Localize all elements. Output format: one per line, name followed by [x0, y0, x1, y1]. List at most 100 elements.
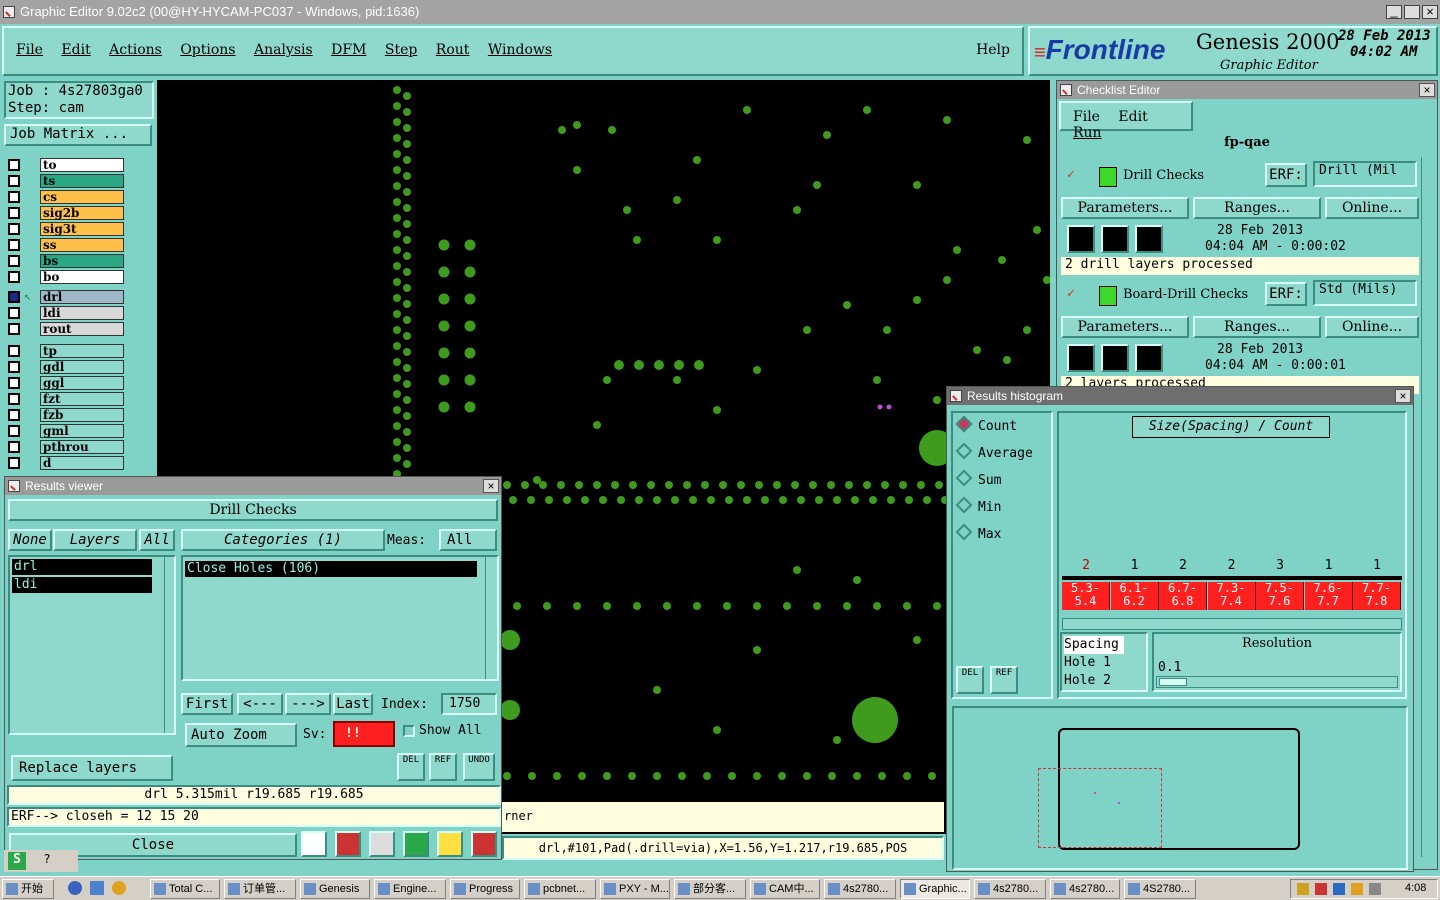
close-icon[interactable]: ×: [1419, 83, 1435, 97]
layer-row[interactable]: d: [6, 456, 124, 470]
layer-row[interactable]: rout: [6, 322, 124, 336]
list-item[interactable]: drl: [12, 559, 152, 575]
maximize-button[interactable]: [1404, 5, 1420, 19]
taskbar-item[interactable]: Engine...: [374, 879, 446, 899]
layer-checkbox[interactable]: [8, 307, 20, 319]
layer-checkbox[interactable]: [8, 291, 20, 303]
toolbar-icon[interactable]: [335, 831, 361, 857]
layer-checkbox[interactable]: [8, 377, 20, 389]
histogram-bar[interactable]: 5.3- 5.4: [1062, 582, 1110, 610]
list-item[interactable]: Spacing: [1064, 636, 1124, 654]
layer-row[interactable]: gdl: [6, 360, 124, 374]
quick-launch-icon[interactable]: [90, 881, 104, 895]
option-sum[interactable]: Sum: [958, 472, 1001, 488]
show-all-checkbox[interactable]: [403, 725, 415, 737]
online-button[interactable]: Online...: [1325, 197, 1419, 219]
none-button[interactable]: None: [8, 529, 52, 551]
prev-button[interactable]: <---: [237, 693, 283, 715]
list-item[interactable]: ldi: [12, 577, 152, 593]
taskbar-item[interactable]: 4s2780...: [974, 879, 1046, 899]
taskbar-item[interactable]: pcbnet...: [524, 879, 596, 899]
layer-checkbox[interactable]: [8, 457, 20, 469]
taskbar-item[interactable]: 部分客...: [674, 879, 746, 899]
taskbar-item[interactable]: 4s2780...: [824, 879, 896, 899]
layer-checkbox[interactable]: [8, 425, 20, 437]
option-count[interactable]: Count: [958, 418, 1017, 434]
layer-checkbox[interactable]: [8, 441, 20, 453]
hist-del-button[interactable]: DEL: [956, 666, 984, 694]
layer-checkbox[interactable]: [8, 393, 20, 405]
meas-select[interactable]: All: [439, 529, 497, 551]
run-icon[interactable]: [1135, 344, 1163, 372]
minimize-button[interactable]: _: [1386, 4, 1402, 19]
vertical-scrollbar[interactable]: [485, 557, 497, 679]
menu-options[interactable]: Options: [180, 42, 235, 58]
menu-file[interactable]: File: [16, 42, 43, 58]
menu-edit[interactable]: Edit: [61, 42, 90, 58]
toolbar-icon[interactable]: [437, 831, 463, 857]
layer-row[interactable]: fzb: [6, 408, 124, 422]
list-item[interactable]: Close Holes (106): [185, 561, 477, 577]
toolbar-icon[interactable]: [301, 831, 327, 857]
vertical-scrollbar[interactable]: [164, 557, 174, 733]
histogram-bar[interactable]: 7.3- 7.4: [1207, 582, 1256, 610]
last-button[interactable]: Last: [333, 693, 373, 715]
taskbar-item[interactable]: Total C...: [150, 879, 220, 899]
layer-row[interactable]: ↖ drl: [6, 289, 124, 304]
all-button[interactable]: All: [139, 529, 175, 551]
menu-file[interactable]: File: [1073, 109, 1100, 125]
layer-checkbox[interactable]: [8, 361, 20, 373]
layer-row[interactable]: fzt: [6, 392, 124, 406]
menu-windows[interactable]: Windows: [488, 42, 552, 58]
option-average[interactable]: Average: [958, 445, 1033, 461]
slider-handle[interactable]: [1159, 678, 1187, 686]
parameters-button[interactable]: Parameters...: [1061, 316, 1189, 338]
first-button[interactable]: First: [181, 693, 233, 715]
histogram-bar[interactable]: 6.1- 6.2: [1110, 582, 1159, 610]
tray-icon[interactable]: [1333, 883, 1345, 895]
auto-zoom-select[interactable]: Auto Zoom: [185, 723, 297, 747]
tray-icon[interactable]: [1315, 883, 1327, 895]
tray-icon[interactable]: [1369, 883, 1381, 895]
menu-help[interactable]: Help: [976, 42, 1010, 58]
histogram-bar[interactable]: 6.7- 6.8: [1159, 582, 1207, 610]
layer-checkbox[interactable]: [8, 409, 20, 421]
layer-checkbox[interactable]: [8, 223, 20, 235]
menu-step[interactable]: Step: [385, 42, 417, 58]
next-button[interactable]: --->: [285, 693, 331, 715]
layer-row[interactable]: ggl: [6, 376, 124, 390]
replace-layers-select[interactable]: Replace layers: [11, 755, 173, 781]
online-button[interactable]: Online...: [1325, 316, 1419, 338]
histogram-bar[interactable]: 7.7- 7.8: [1353, 582, 1401, 610]
severity-select[interactable]: !!: [333, 721, 395, 747]
taskbar-item[interactable]: Progress: [450, 879, 520, 899]
undo-button[interactable]: UNDO: [463, 753, 495, 781]
layer-row[interactable]: cs: [6, 190, 124, 204]
menu-actions[interactable]: Actions: [109, 42, 162, 58]
list-item[interactable]: Hole 2: [1064, 672, 1144, 690]
erf-value[interactable]: Drill (Mil: [1313, 161, 1417, 187]
hist-ref-button[interactable]: REF: [990, 666, 1018, 694]
menu-rout[interactable]: Rout: [436, 42, 470, 58]
layer-row[interactable]: gml: [6, 424, 124, 438]
quick-launch-icon[interactable]: [68, 881, 82, 895]
close-icon[interactable]: ×: [483, 479, 499, 493]
layer-checkbox[interactable]: [8, 175, 20, 187]
toolbar-icon[interactable]: [369, 831, 395, 857]
erf-value[interactable]: Std (Mils): [1313, 280, 1417, 306]
layer-row[interactable]: ss: [6, 238, 124, 252]
layer-row[interactable]: ts: [6, 174, 124, 188]
tray-icon[interactable]: [1351, 883, 1363, 895]
spacing-list[interactable]: Spacing Hole 1 Hole 2: [1060, 632, 1148, 692]
category-results-list[interactable]: Close Holes (106): [181, 555, 499, 681]
checklist-scrollbar[interactable]: [1421, 157, 1435, 857]
run-icon[interactable]: [1067, 344, 1095, 372]
histogram-bar[interactable]: 7.6- 7.7: [1304, 582, 1353, 610]
layer-checkbox[interactable]: [8, 271, 20, 283]
menu-dfm[interactable]: DFM: [331, 42, 366, 58]
layer-checkbox[interactable]: [8, 207, 20, 219]
layer-checkbox[interactable]: [8, 345, 20, 357]
layer-checkbox[interactable]: [8, 323, 20, 335]
histogram-bar[interactable]: 7.5- 7.6: [1256, 582, 1304, 610]
option-min[interactable]: Min: [958, 499, 1001, 515]
